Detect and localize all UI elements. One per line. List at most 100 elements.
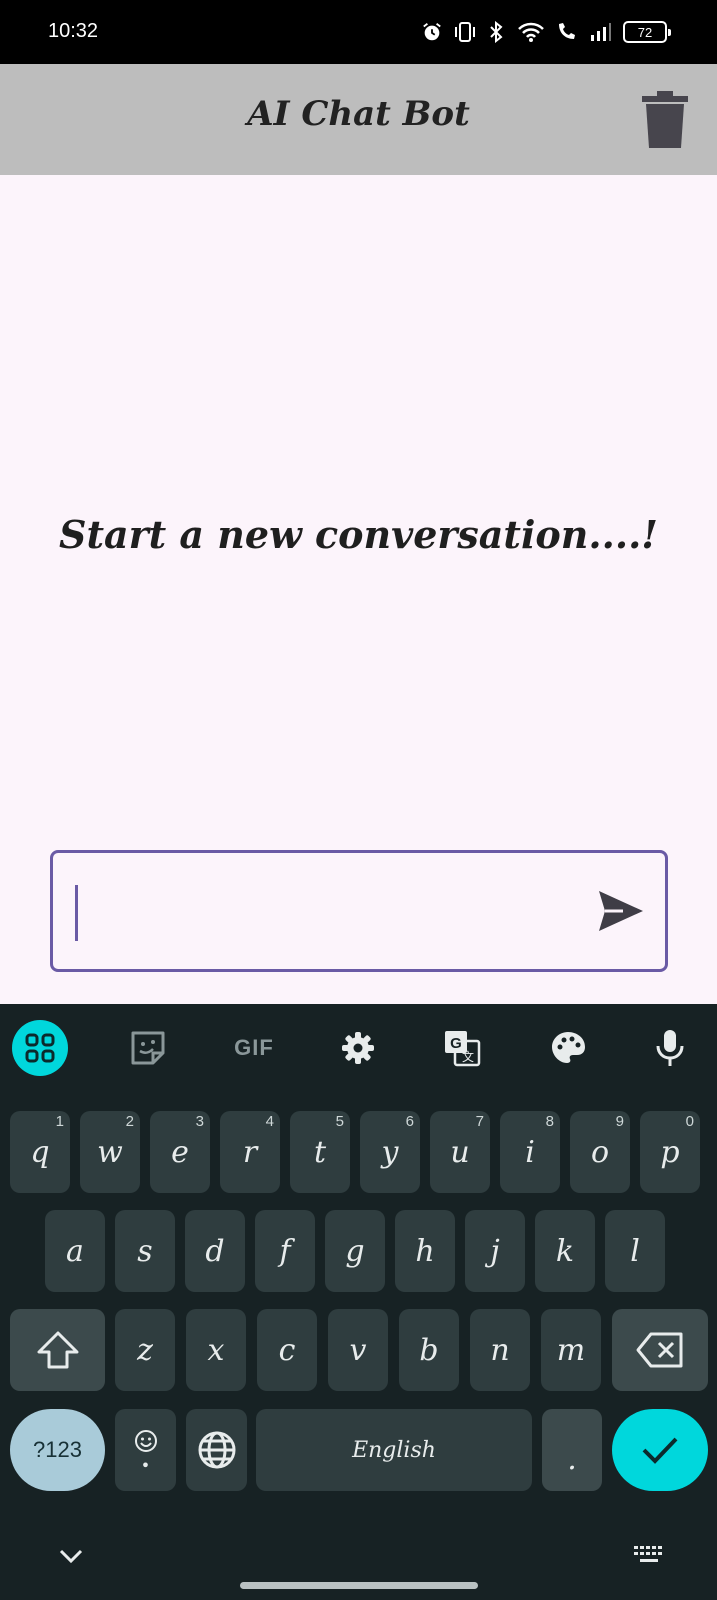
key-u[interactable]: u7 [430, 1111, 490, 1193]
key-char: j [490, 1233, 500, 1269]
key-f[interactable]: f [255, 1210, 315, 1292]
shift-key[interactable] [10, 1309, 105, 1391]
key-char: v [349, 1332, 367, 1368]
app-title: AI Chat Bot [247, 94, 470, 134]
space-key[interactable]: English [256, 1409, 532, 1491]
message-input[interactable] [73, 881, 573, 941]
key-z[interactable]: z [115, 1309, 175, 1391]
svg-text:G: G [450, 1035, 462, 1052]
enter-key[interactable] [612, 1409, 708, 1491]
key-x[interactable]: x [186, 1309, 246, 1391]
key-b[interactable]: b [399, 1309, 459, 1391]
shift-icon [37, 1331, 78, 1369]
key-d[interactable]: d [185, 1210, 245, 1292]
key-a[interactable]: a [45, 1210, 105, 1292]
keyboard-apps-button[interactable] [12, 1020, 68, 1076]
key-char: k [555, 1233, 575, 1269]
hide-keyboard-button[interactable] [56, 1544, 86, 1568]
key-m[interactable]: m [541, 1309, 601, 1391]
keyboard-toolbar: GIF G 文 [0, 1004, 717, 1092]
send-button[interactable] [597, 889, 645, 933]
key-char: a [66, 1233, 84, 1269]
key-g[interactable]: g [325, 1210, 385, 1292]
key-e[interactable]: e3 [150, 1111, 210, 1193]
voice-input-button[interactable] [642, 1020, 698, 1076]
key-number-hint: 8 [545, 1113, 554, 1130]
gif-label: GIF [234, 1035, 274, 1060]
key-s[interactable]: s [115, 1210, 175, 1292]
key-char: y [381, 1134, 399, 1170]
status-bar: 10:32 72 [0, 0, 717, 64]
key-n[interactable]: n [470, 1309, 530, 1391]
message-input-box[interactable] [50, 850, 668, 972]
sticker-icon [131, 1031, 165, 1065]
key-number-hint: 7 [475, 1113, 484, 1130]
theme-button[interactable] [540, 1020, 596, 1076]
language-key[interactable] [186, 1409, 247, 1491]
key-w[interactable]: w2 [80, 1111, 140, 1193]
wifi-icon [518, 22, 544, 42]
backspace-icon [636, 1332, 683, 1368]
key-number-hint: 5 [335, 1113, 344, 1130]
switch-keyboard-button[interactable] [632, 1544, 666, 1568]
key-o[interactable]: o9 [570, 1111, 630, 1193]
key-number-hint: 0 [685, 1113, 694, 1130]
svg-text:文: 文 [462, 1049, 474, 1064]
status-icons: 72 [421, 18, 671, 46]
palette-icon [552, 1032, 585, 1063]
key-i[interactable]: i8 [500, 1111, 560, 1193]
key-number-hint: 2 [125, 1113, 134, 1130]
key-h[interactable]: h [395, 1210, 455, 1292]
key-char: m [556, 1332, 586, 1368]
period-key[interactable]: . [542, 1409, 602, 1491]
key-char: s [137, 1233, 153, 1269]
key-l[interactable]: l [605, 1210, 665, 1292]
microphone-icon [656, 1030, 684, 1066]
key-char: u [450, 1134, 470, 1170]
translate-button[interactable]: G 文 [434, 1020, 490, 1076]
vibrate-icon [455, 22, 475, 42]
home-indicator[interactable] [240, 1582, 478, 1589]
key-char: f [279, 1233, 291, 1269]
key-char: h [415, 1233, 435, 1269]
key-number-hint: 9 [615, 1113, 624, 1130]
key-c[interactable]: c [257, 1309, 317, 1391]
key-j[interactable]: j [465, 1210, 525, 1292]
key-char: d [205, 1233, 225, 1269]
key-q[interactable]: q1 [10, 1111, 70, 1193]
emoji-icon [134, 1430, 157, 1452]
key-t[interactable]: t5 [290, 1111, 350, 1193]
status-time: 10:32 [48, 20, 99, 42]
keyboard-settings-button[interactable] [330, 1020, 386, 1076]
key-char: e [171, 1134, 189, 1170]
gif-button[interactable]: GIF [226, 1020, 282, 1076]
chevron-down-icon [59, 1549, 83, 1564]
alarm-icon [423, 23, 441, 41]
key-y[interactable]: y6 [360, 1111, 420, 1193]
bluetooth-icon [490, 21, 503, 43]
backspace-key[interactable] [612, 1309, 708, 1391]
sticker-button[interactable] [120, 1020, 176, 1076]
globe-icon [198, 1431, 235, 1469]
battery-indicator: 72 [623, 21, 671, 43]
key-number-hint: 3 [195, 1113, 204, 1130]
soft-keyboard: GIF G 文 [0, 1004, 717, 1600]
navigation-bar [0, 1530, 717, 1600]
comma-dot: • [140, 1456, 151, 1475]
key-char: l [630, 1233, 640, 1269]
trash-icon [642, 91, 688, 148]
key-v[interactable]: v [328, 1309, 388, 1391]
empty-state-message: Start a new conversation....! [59, 512, 658, 557]
key-char: c [278, 1332, 296, 1368]
delete-conversation-button[interactable] [640, 90, 690, 150]
apps-grid-icon [25, 1033, 55, 1063]
numbers-symbols-key[interactable]: ?123 [10, 1409, 105, 1491]
signal-icon [591, 23, 611, 41]
key-char: q [30, 1134, 50, 1170]
key-char: z [137, 1332, 153, 1368]
key-k[interactable]: k [535, 1210, 595, 1292]
emoji-key[interactable]: • [115, 1409, 176, 1491]
key-number-hint: 4 [265, 1113, 274, 1130]
key-p[interactable]: p0 [640, 1111, 700, 1193]
key-r[interactable]: r4 [220, 1111, 280, 1193]
